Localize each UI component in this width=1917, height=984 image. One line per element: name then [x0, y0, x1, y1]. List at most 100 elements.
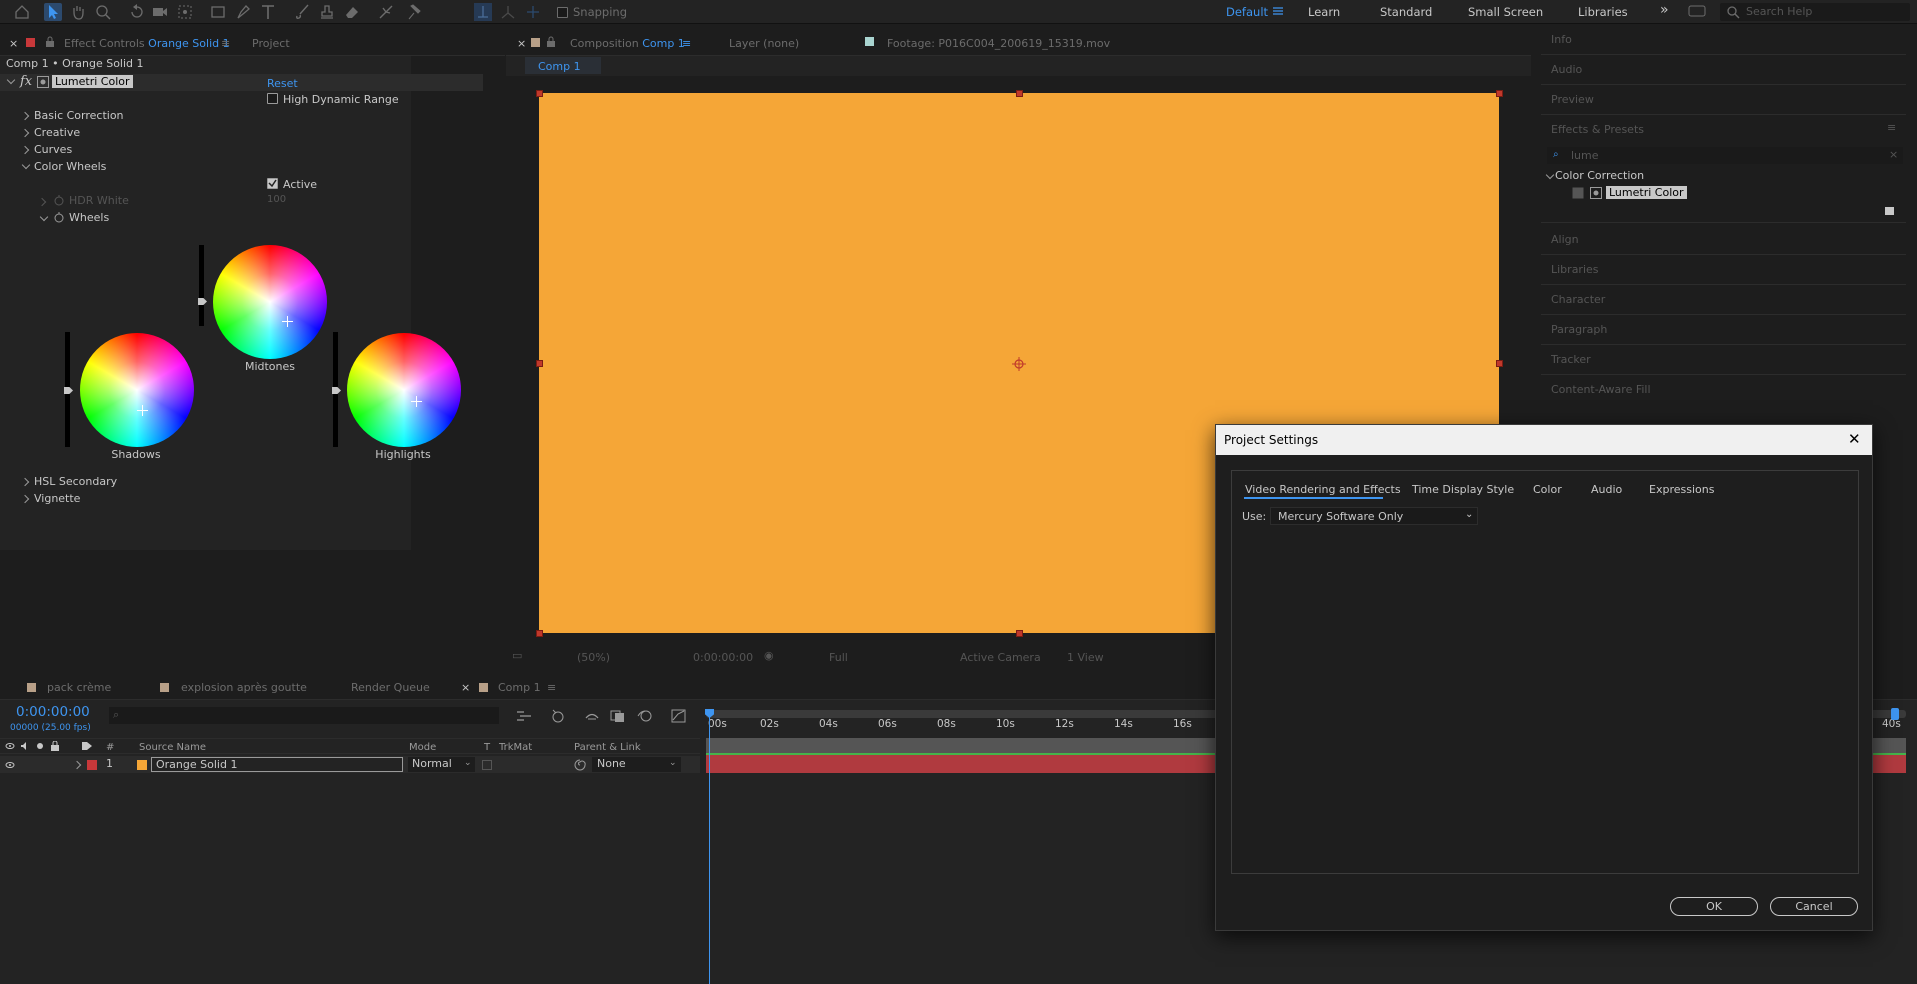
resolution-select[interactable]: Full [829, 651, 848, 664]
audio-column-icon[interactable] [20, 741, 30, 751]
paragraph-panel[interactable]: Paragraph [1551, 323, 1607, 336]
shadows-slider-handle[interactable] [64, 387, 73, 394]
roto-brush-tool-icon[interactable] [377, 3, 395, 21]
sync-settings-icon[interactable] [1688, 4, 1706, 22]
more-workspaces-icon[interactable]: » [1660, 2, 1669, 18]
audio-panel[interactable]: Audio [1551, 63, 1582, 76]
view-axis-icon[interactable] [524, 3, 542, 21]
renderer-select[interactable]: Mercury Software Only ⌄ [1270, 507, 1478, 525]
frame-blending-icon[interactable] [609, 708, 627, 726]
handle-bottom-left[interactable] [536, 630, 543, 637]
hide-shy-icon[interactable] [583, 708, 601, 726]
align-panel[interactable]: Align [1551, 233, 1579, 246]
tab-composition[interactable]: Composition Comp 1 [570, 37, 685, 50]
tab-expressions[interactable]: Expressions [1649, 483, 1714, 496]
tab-effect-controls[interactable]: Effect Controls Orange Solid 1 [64, 37, 230, 50]
shadows-crosshair-icon[interactable] [137, 405, 148, 416]
eraser-tool-icon[interactable] [343, 3, 361, 21]
viewer-timecode[interactable]: 0:00:00:00 [693, 651, 753, 664]
clear-search-icon[interactable]: × [1889, 148, 1898, 161]
hdr-checkbox[interactable] [267, 93, 278, 104]
anchor-point-icon[interactable] [1011, 356, 1027, 372]
always-preview-icon[interactable]: ▭ [512, 649, 522, 662]
camera-select[interactable]: Active Camera [960, 651, 1041, 664]
snapping-checkbox[interactable] [557, 7, 568, 18]
cancel-button[interactable]: Cancel [1770, 897, 1858, 916]
solo-column-icon[interactable] [35, 741, 45, 751]
handle-top-center[interactable] [1016, 90, 1023, 97]
timeline-menu-icon[interactable]: ≡ [547, 681, 556, 694]
views-select[interactable]: 1 View [1067, 651, 1104, 664]
handle-middle-left[interactable] [536, 360, 543, 367]
tab-project[interactable]: Project [252, 37, 290, 50]
group-basic-correction[interactable]: Basic Correction [34, 109, 124, 122]
tab-layer[interactable]: Layer (none) [729, 37, 799, 50]
draft-3d-icon[interactable] [549, 708, 567, 726]
zoom-select[interactable]: (50%) [577, 651, 610, 664]
highlights-wheel[interactable] [347, 333, 461, 447]
highlights-crosshair-icon[interactable] [411, 396, 422, 407]
hand-tool-icon[interactable] [69, 3, 87, 21]
vignette-expand[interactable] [20, 494, 30, 504]
effect-preset-icon[interactable] [37, 76, 49, 88]
selection-tool-icon[interactable] [44, 3, 62, 21]
info-panel[interactable]: Info [1551, 33, 1572, 46]
tab-comp-1[interactable]: Comp 1 [498, 681, 541, 694]
creative-expand[interactable] [20, 128, 30, 138]
work-area-end-handle[interactable] [1891, 708, 1899, 720]
midtones-slider-handle[interactable] [198, 298, 207, 305]
new-bin-icon[interactable] [1884, 205, 1896, 217]
active-checkbox[interactable] [267, 178, 278, 189]
workspace-menu-icon[interactable] [1271, 4, 1289, 22]
panel-menu-icon[interactable]: ≡ [221, 37, 230, 50]
effects-menu-icon[interactable]: ≡ [1887, 121, 1896, 134]
group-vignette[interactable]: Vignette [34, 492, 80, 505]
workspace-standard[interactable]: Standard [1380, 5, 1432, 19]
group-creative[interactable]: Creative [34, 126, 80, 139]
hdr-white-stopwatch-icon[interactable] [53, 194, 65, 206]
column-parent[interactable]: Parent & Link [574, 742, 641, 753]
preserve-transparency-checkbox[interactable] [482, 760, 492, 770]
tracker-panel[interactable]: Tracker [1551, 353, 1591, 366]
highlights-slider-handle[interactable] [332, 387, 341, 394]
playhead[interactable] [709, 712, 710, 984]
comp-mini-flowchart-icon[interactable] [515, 709, 533, 727]
content-aware-fill-panel[interactable]: Content-Aware Fill [1551, 383, 1651, 396]
libraries-panel[interactable]: Libraries [1551, 263, 1599, 276]
basic-correction-expand[interactable] [20, 111, 30, 121]
midtones-crosshair-icon[interactable] [282, 316, 293, 327]
clone-stamp-tool-icon[interactable] [318, 3, 336, 21]
home-icon[interactable] [13, 3, 31, 21]
handle-top-left[interactable] [536, 90, 543, 97]
graph-editor-icon[interactable] [670, 708, 688, 726]
workspace-learn[interactable]: Learn [1308, 5, 1340, 19]
effects-search-input[interactable]: ⌕ lume × [1547, 147, 1903, 164]
reset-link[interactable]: Reset [267, 77, 298, 90]
midtones-slider[interactable] [199, 245, 204, 326]
handle-top-right[interactable] [1496, 90, 1503, 97]
comp-panel-menu-icon[interactable]: ≡ [682, 37, 691, 50]
tab-color[interactable]: Color [1533, 483, 1562, 496]
handle-bottom-center[interactable] [1016, 630, 1023, 637]
brush-tool-icon[interactable] [293, 3, 311, 21]
comp-breadcrumb[interactable]: Comp 1 [525, 57, 601, 74]
tab-footage[interactable]: Footage: P016C004_200619_15319.mov [887, 37, 1110, 50]
rotate-tool-icon[interactable] [128, 3, 146, 21]
preview-panel[interactable]: Preview [1551, 93, 1594, 106]
pen-tool-icon[interactable] [234, 3, 252, 21]
close-icon[interactable]: × [517, 37, 526, 50]
pan-behind-tool-icon[interactable] [176, 3, 194, 21]
hdr-white-value[interactable]: 100 [267, 194, 286, 205]
handle-middle-right[interactable] [1496, 360, 1503, 367]
shadows-wheel[interactable] [80, 333, 194, 447]
snapshot-icon[interactable]: ◉ [764, 649, 774, 662]
effects-presets-panel[interactable]: Effects & Presets [1551, 123, 1644, 136]
group-curves[interactable]: Curves [34, 143, 72, 156]
layer-name-field[interactable]: Orange Solid 1 [151, 757, 403, 772]
puppet-pin-tool-icon[interactable] [405, 3, 423, 21]
parent-select[interactable]: None [592, 757, 681, 772]
midtones-wheel[interactable] [213, 245, 327, 359]
workspace-small-screen[interactable]: Small Screen [1468, 5, 1543, 19]
column-mode[interactable]: Mode [409, 742, 436, 753]
color-wheels-expand[interactable] [21, 160, 31, 170]
